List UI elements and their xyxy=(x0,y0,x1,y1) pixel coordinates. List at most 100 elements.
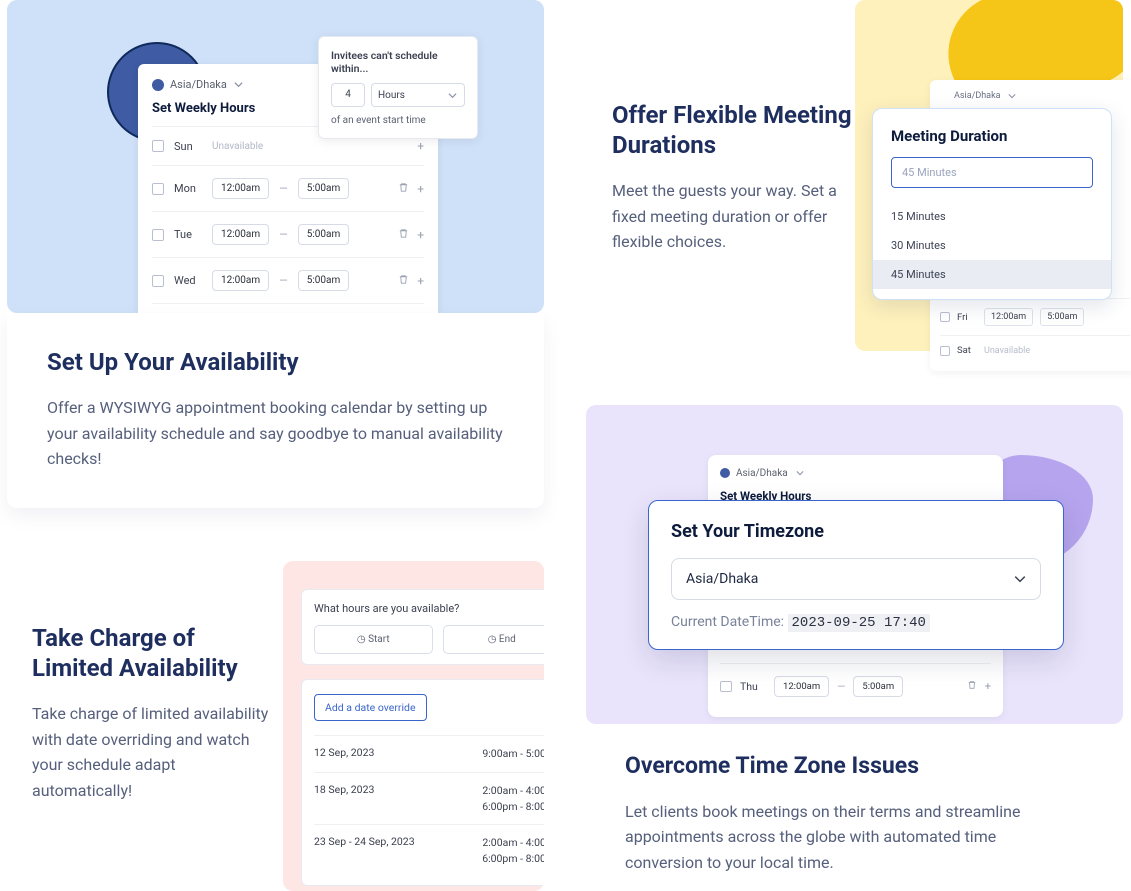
end-input[interactable]: ◷ End xyxy=(443,625,545,654)
add-slot-icon[interactable]: + xyxy=(417,228,424,242)
feature-heading: Set Up Your Availability xyxy=(47,347,504,377)
override-date: 18 Sep, 2023 xyxy=(314,783,374,815)
trash-icon[interactable] xyxy=(967,680,977,693)
feature-description: Meet the guests your way. Set a fixed me… xyxy=(612,178,852,255)
timezone-modal-title: Set Your Timezone xyxy=(671,521,1041,542)
chevron-down-icon xyxy=(1014,573,1026,585)
override-illustration: What hours are you available? ◷ Start ◷ … xyxy=(283,561,544,891)
overrides-panel: Add a date override 12 Sep, 2023 9:00am … xyxy=(301,679,544,886)
override-time: 2:00am - 4:00pm xyxy=(482,835,544,851)
day-row-fri: Fri 12:00am 5:00am xyxy=(940,298,1130,335)
trash-icon[interactable] xyxy=(398,228,409,242)
globe-icon xyxy=(152,79,164,91)
day-row-thu: Thu 12:00am — 5:00am + xyxy=(720,663,991,709)
day-checkbox[interactable] xyxy=(152,229,164,241)
override-time: 2:00am - 4:00pm xyxy=(482,783,544,799)
chevron-down-icon xyxy=(446,89,458,101)
end-time-input[interactable]: 5:00am xyxy=(1040,308,1084,326)
duration-option[interactable]: 30 Minutes xyxy=(873,231,1111,260)
override-time: 9:00am - 5:00pm xyxy=(482,746,544,762)
feature-heading: Take Charge of Limited Availability xyxy=(32,623,272,683)
start-time-input[interactable]: 12:00am xyxy=(212,270,269,291)
duration-popup: Meeting Duration 45 Minutes 15 Minutes 3… xyxy=(872,108,1112,300)
end-time-input[interactable]: 5:00am xyxy=(298,270,350,291)
buffer-label: Invitees can't schedule within... xyxy=(331,49,465,75)
buffer-popup: Invitees can't schedule within... 4 Hour… xyxy=(318,36,478,139)
buffer-number-input[interactable]: 4 xyxy=(331,83,365,107)
override-date: 12 Sep, 2023 xyxy=(314,746,374,762)
availability-text: Set Up Your Availability Offer a WYSIWYG… xyxy=(7,313,544,508)
override-text: Take Charge of Limited Availability Take… xyxy=(32,623,272,803)
buffer-footer: of an event start time xyxy=(331,115,465,126)
duration-input[interactable]: 45 Minutes xyxy=(891,157,1093,188)
start-label: Start xyxy=(368,634,390,645)
timezone-label: Asia/Dhaka xyxy=(954,91,1001,101)
override-row: 12 Sep, 2023 9:00am - 5:00pm xyxy=(314,735,544,772)
day-row-tue: Tue 12:00am — 5:00am + xyxy=(152,211,424,257)
add-override-button[interactable]: Add a date override xyxy=(314,694,427,721)
day-label: Sun xyxy=(174,140,202,153)
day-checkbox[interactable] xyxy=(152,275,164,287)
globe-icon xyxy=(940,92,949,101)
current-datetime: Current DateTime: 2023-09-25 17:40 xyxy=(671,614,1041,631)
day-checkbox[interactable] xyxy=(940,312,950,322)
buffer-unit-select[interactable]: Hours xyxy=(371,83,465,107)
feature-heading: Offer Flexible Meeting Durations xyxy=(612,100,852,160)
day-row-wed: Wed 12:00am — 5:00am + xyxy=(152,257,424,303)
timezone-label: Asia/Dhaka xyxy=(170,78,227,91)
availability-illustration: Asia/Dhaka Set Weekly Hours Sun Unavaila… xyxy=(7,0,544,313)
duration-option[interactable]: 15 Minutes xyxy=(873,202,1111,231)
timezone-selector[interactable]: Asia/Dhaka xyxy=(940,90,1130,102)
start-time-input[interactable]: 12:00am xyxy=(212,178,269,199)
chevron-down-icon xyxy=(233,79,245,91)
dash: — xyxy=(279,182,288,195)
duration-option-selected[interactable]: 45 Minutes xyxy=(873,260,1111,289)
hours-question: What hours are you available? xyxy=(314,602,544,615)
hours-panel: What hours are you available? ◷ Start ◷ … xyxy=(301,589,544,665)
end-label: End xyxy=(499,634,516,645)
start-time-input[interactable]: 12:00am xyxy=(984,308,1033,326)
end-time-input[interactable]: 5:00am xyxy=(298,178,350,199)
day-checkbox[interactable] xyxy=(720,681,732,692)
day-checkbox[interactable] xyxy=(940,346,950,356)
override-times: 9:00am - 5:00pm xyxy=(482,746,544,762)
add-slot-icon[interactable]: + xyxy=(985,680,991,693)
day-label: Mon xyxy=(174,182,202,195)
globe-icon xyxy=(720,468,730,478)
override-times: 2:00am - 4:00pm 6:00pm - 8:00pm xyxy=(482,783,544,815)
timezone-text: Overcome Time Zone Issues Let clients bo… xyxy=(625,752,1035,876)
trash-icon[interactable] xyxy=(398,274,409,288)
day-label: Tue xyxy=(174,228,202,241)
end-time-input[interactable]: 5:00am xyxy=(298,224,350,245)
feature-heading: Overcome Time Zone Issues xyxy=(625,752,1035,781)
day-checkbox[interactable] xyxy=(152,183,164,195)
duration-text: Offer Flexible Meeting Durations Meet th… xyxy=(612,100,852,255)
add-slot-icon[interactable]: + xyxy=(417,139,424,153)
day-label: Thu xyxy=(740,680,766,693)
datetime-label: Current DateTime: xyxy=(671,614,788,630)
start-time-input[interactable]: 12:00am xyxy=(212,224,269,245)
day-row-mon: Mon 12:00am — 5:00am + xyxy=(152,165,424,211)
override-row: 23 Sep - 24 Sep, 2023 2:00am - 4:00pm 6:… xyxy=(314,824,544,877)
start-input[interactable]: ◷ Start xyxy=(314,625,433,654)
day-row-thu: Thu 12:00am — 5:00am + xyxy=(152,303,424,313)
day-label: Sat xyxy=(957,345,977,356)
day-checkbox[interactable] xyxy=(152,140,164,152)
day-label: Fri xyxy=(957,312,977,323)
add-slot-icon[interactable]: + xyxy=(417,182,424,196)
feature-description: Take charge of limited availability with… xyxy=(32,701,272,803)
datetime-value: 2023-09-25 17:40 xyxy=(788,614,930,632)
end-time-input[interactable]: 5:00am xyxy=(853,676,903,697)
timezone-value: Asia/Dhaka xyxy=(686,571,758,587)
override-times: 2:00am - 4:00pm 6:00pm - 8:00pm xyxy=(482,835,544,867)
trash-icon[interactable] xyxy=(398,182,409,196)
timezone-selector[interactable]: Asia/Dhaka xyxy=(720,467,991,479)
timezone-select[interactable]: Asia/Dhaka xyxy=(671,558,1041,600)
buffer-unit-value: Hours xyxy=(378,90,405,101)
add-slot-icon[interactable]: + xyxy=(417,274,424,288)
override-time: 6:00pm - 8:00pm xyxy=(482,799,544,815)
start-time-input[interactable]: 12:00am xyxy=(774,676,829,697)
feature-description: Let clients book meetings on their terms… xyxy=(625,799,1035,876)
duration-input-placeholder: 45 Minutes xyxy=(902,166,957,179)
day-label: Wed xyxy=(174,274,202,287)
